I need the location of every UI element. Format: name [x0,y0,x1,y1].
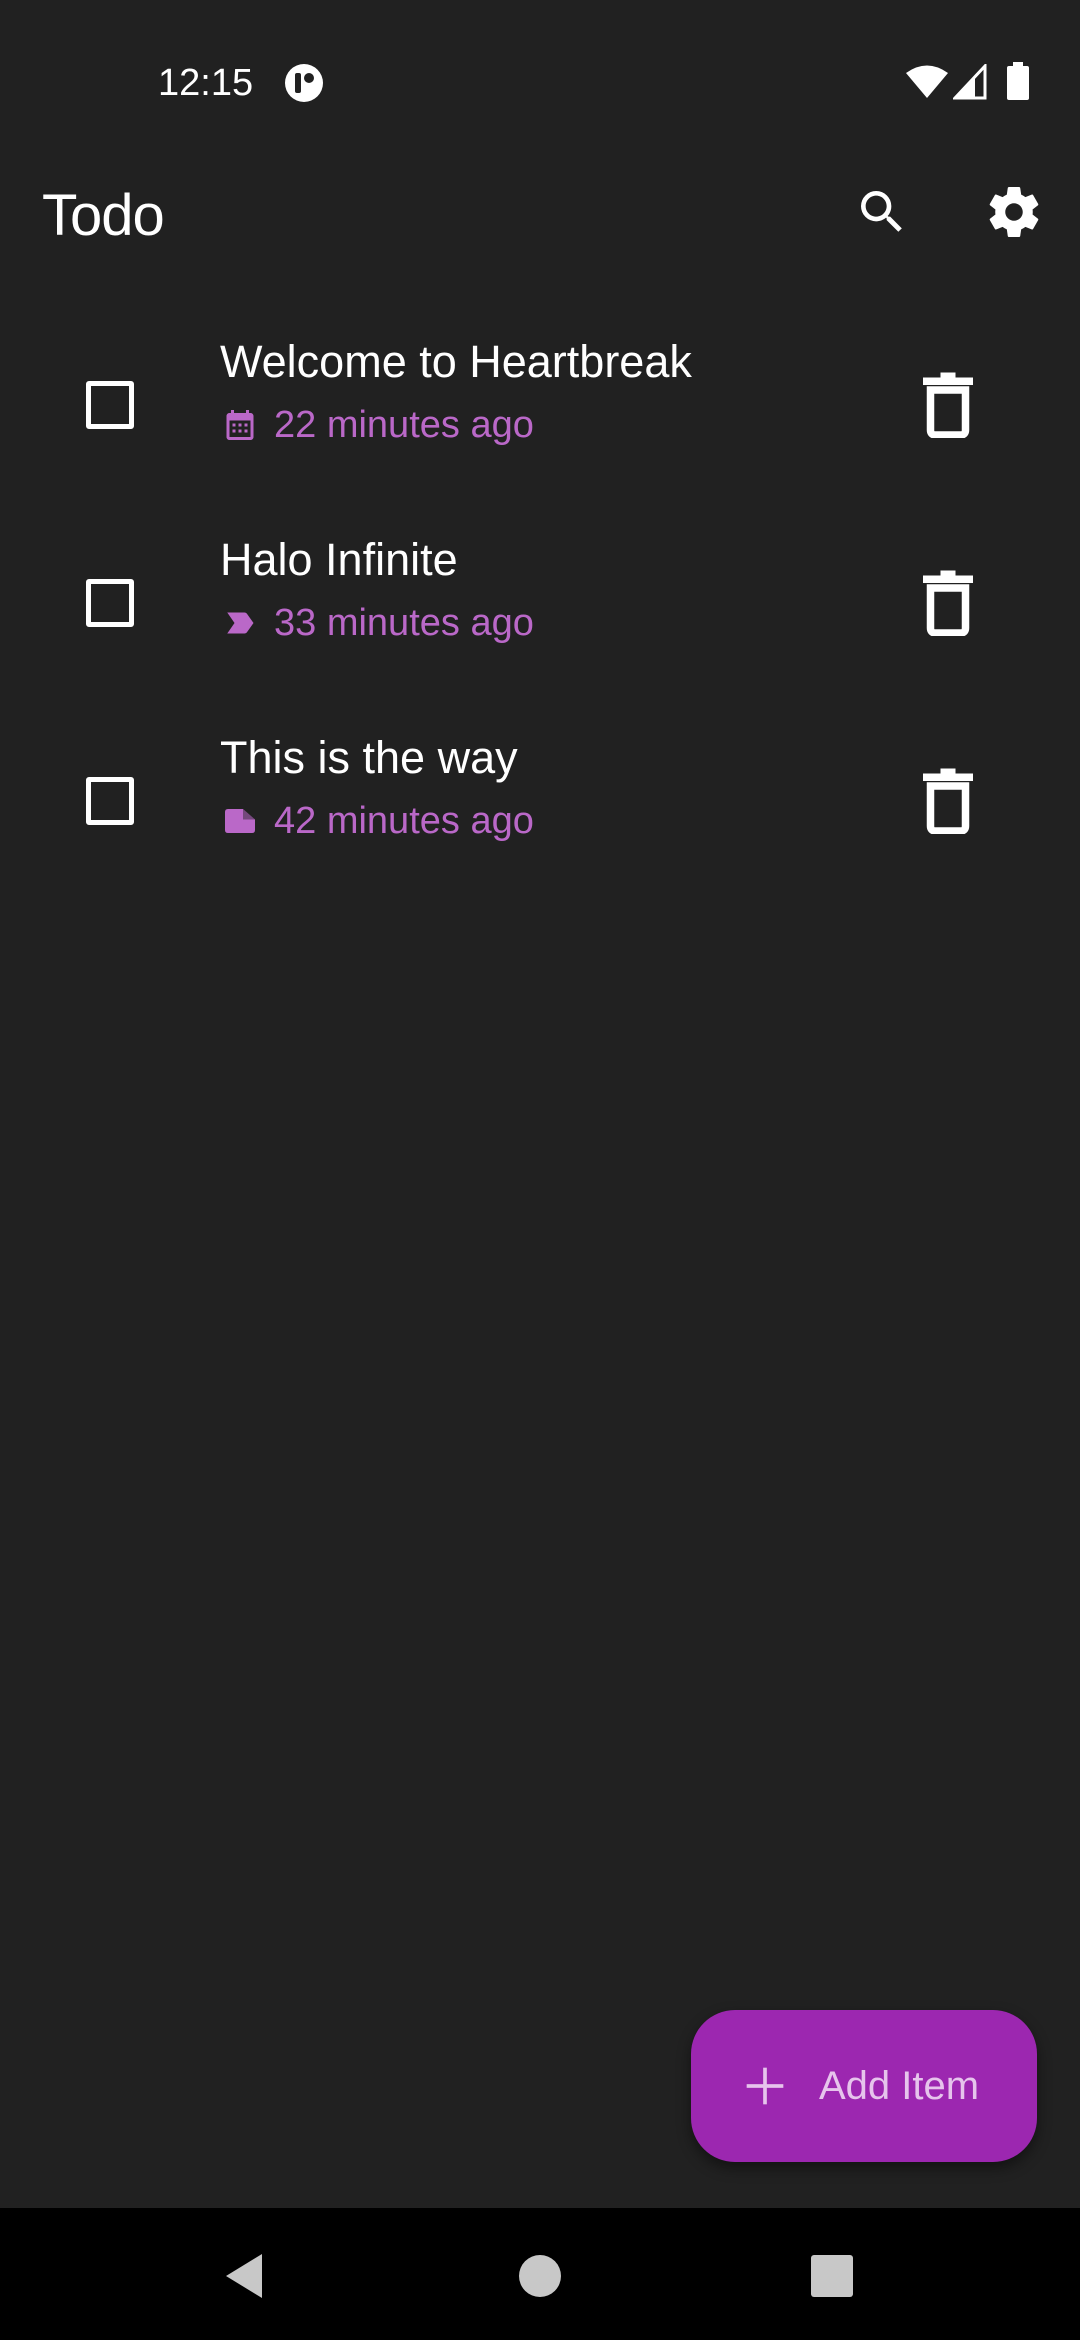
navigation-bar [0,2208,1080,2340]
app-title: Todo [42,183,165,248]
todo-checkbox[interactable] [60,553,160,653]
delete-button[interactable] [906,355,990,455]
trash-icon [923,768,973,834]
home-icon[interactable] [518,2254,562,2298]
app-notification-icon [285,64,323,102]
todo-item[interactable]: Welcome to Heartbreak 22 minutes ago [0,318,1080,516]
todo-meta: 42 minutes ago [222,796,534,846]
status-bar: 12:15 [0,0,1080,120]
note-icon [225,809,255,833]
plus-icon [746,2067,784,2105]
cell-signal-icon [953,64,987,100]
delete-button[interactable] [906,553,990,653]
todo-time: 42 minutes ago [274,799,534,842]
checkbox-unchecked-icon [86,579,134,627]
gear-icon [989,186,1039,237]
todo-title: This is the way [220,732,518,783]
screen: 12:15 Todo Welcome to Heartbreak 22 minu… [0,0,1080,2340]
todo-checkbox[interactable] [60,355,160,455]
label-icon [227,612,254,634]
todo-meta: 33 minutes ago [222,598,534,648]
trash-icon [923,372,973,438]
search-icon [861,191,902,232]
app-bar: Todo [0,160,1080,268]
search-button[interactable] [840,170,924,254]
todo-item[interactable]: This is the way 42 minutes ago [0,714,1080,912]
back-icon[interactable] [222,2252,266,2300]
add-item-button[interactable]: Add Item [691,2010,1037,2162]
todo-item[interactable]: Halo Infinite 33 minutes ago [0,516,1080,714]
todo-list: Welcome to Heartbreak 22 minutes ago Hal… [0,318,1080,912]
checkbox-unchecked-icon [86,381,134,429]
calendar-icon [226,410,254,440]
todo-meta: 22 minutes ago [222,400,534,450]
todo-title: Halo Infinite [220,534,458,585]
todo-checkbox[interactable] [60,751,160,851]
settings-button[interactable] [972,170,1056,254]
checkbox-unchecked-icon [86,777,134,825]
todo-title: Welcome to Heartbreak [220,336,692,387]
wifi-icon [906,65,948,98]
delete-button[interactable] [906,751,990,851]
add-item-label: Add Item [819,2063,980,2108]
trash-icon [923,570,973,636]
battery-icon [1007,62,1029,100]
recents-icon[interactable] [810,2254,854,2298]
status-time: 12:15 [158,62,254,104]
todo-time: 22 minutes ago [274,403,534,446]
todo-time: 33 minutes ago [274,601,534,644]
